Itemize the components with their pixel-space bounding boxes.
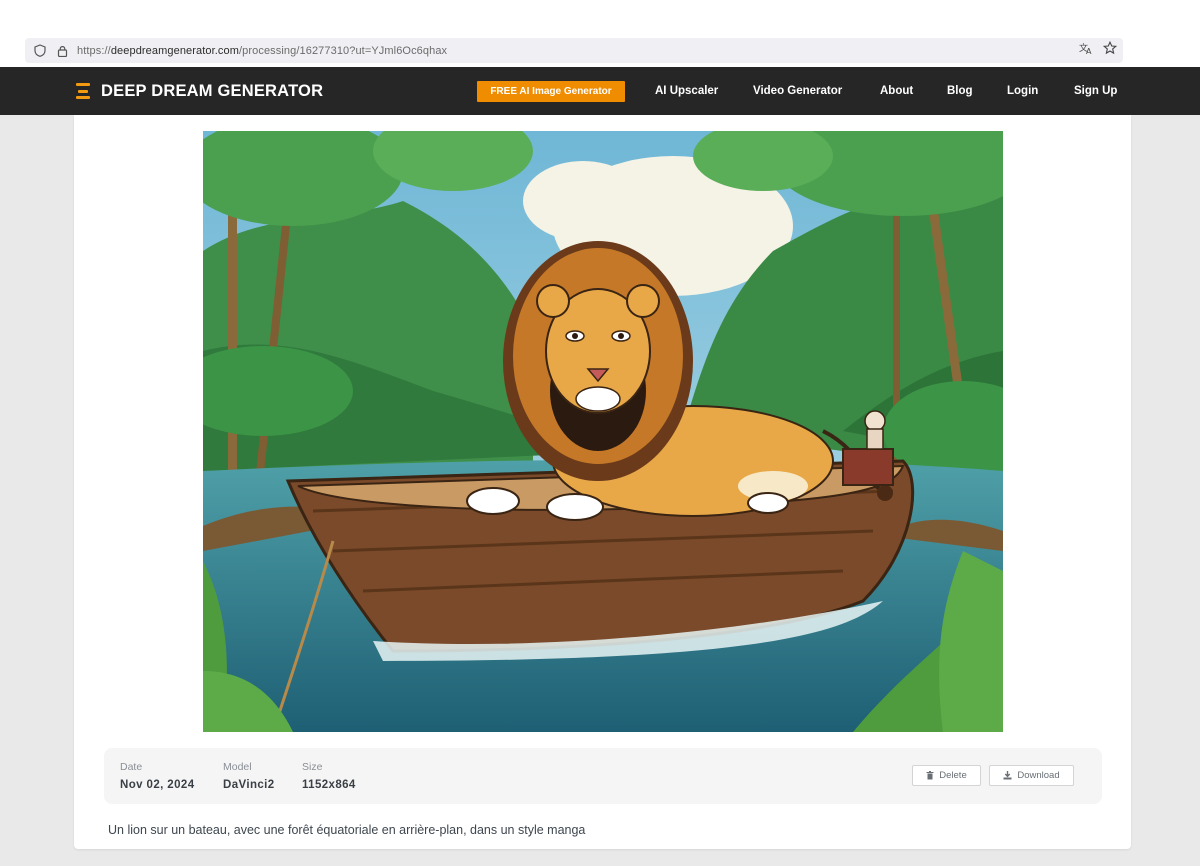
size-value: 1152x864 (302, 779, 356, 791)
trash-icon (926, 771, 934, 780)
generated-image[interactable] (203, 131, 1003, 732)
date-label: Date (120, 761, 143, 773)
size-meta: Size 1152x864 (302, 761, 356, 791)
url-text: https://deepdreamgenerator.com/processin… (77, 44, 448, 57)
prompt-caption: Un lion sur un bateau, avec une forêt éq… (108, 823, 586, 837)
nav-link-video-generator[interactable]: Video Generator (753, 67, 842, 115)
bookmark-star-icon[interactable] (1102, 40, 1118, 60)
free-ai-image-generator-button[interactable]: FREE AI Image Generator (477, 81, 625, 102)
logo-icon (76, 83, 90, 99)
svg-text:A: A (1086, 47, 1092, 55)
nav-link-ai-upscaler[interactable]: AI Upscaler (655, 67, 718, 115)
address-bar[interactable]: https://deepdreamgenerator.com/processin… (25, 38, 1123, 63)
model-label: Model (223, 761, 252, 773)
date-meta: Date Nov 02, 2024 (120, 761, 195, 791)
model-value: DaVinci2 (223, 779, 275, 791)
download-icon (1003, 771, 1012, 780)
download-label: Download (1017, 770, 1060, 781)
nav-link-sign-up[interactable]: Sign Up (1074, 67, 1117, 115)
size-label: Size (302, 761, 323, 773)
lock-icon[interactable] (55, 44, 69, 58)
result-card: Date Nov 02, 2024 Model DaVinci2 Size 11… (74, 115, 1131, 849)
model-meta: Model DaVinci2 (223, 761, 275, 791)
brand-home-link[interactable]: DEEP DREAM GENERATOR (76, 67, 323, 115)
download-button[interactable]: Download (989, 765, 1074, 786)
nav-link-about[interactable]: About (880, 67, 913, 115)
translate-icon[interactable]: 文A (1079, 42, 1093, 60)
shield-icon[interactable] (33, 44, 47, 58)
delete-label: Delete (939, 770, 967, 781)
site-navbar: DEEP DREAM GENERATOR FREE AI Image Gener… (0, 67, 1200, 115)
brand-name: DEEP DREAM GENERATOR (101, 81, 324, 100)
nav-link-blog[interactable]: Blog (947, 67, 973, 115)
nav-link-login[interactable]: Login (1007, 67, 1038, 115)
browser-toolbar: https://deepdreamgenerator.com/processin… (0, 0, 1200, 67)
delete-button[interactable]: Delete (912, 765, 981, 786)
image-info-bar: Date Nov 02, 2024 Model DaVinci2 Size 11… (104, 748, 1102, 804)
date-value: Nov 02, 2024 (120, 779, 195, 791)
